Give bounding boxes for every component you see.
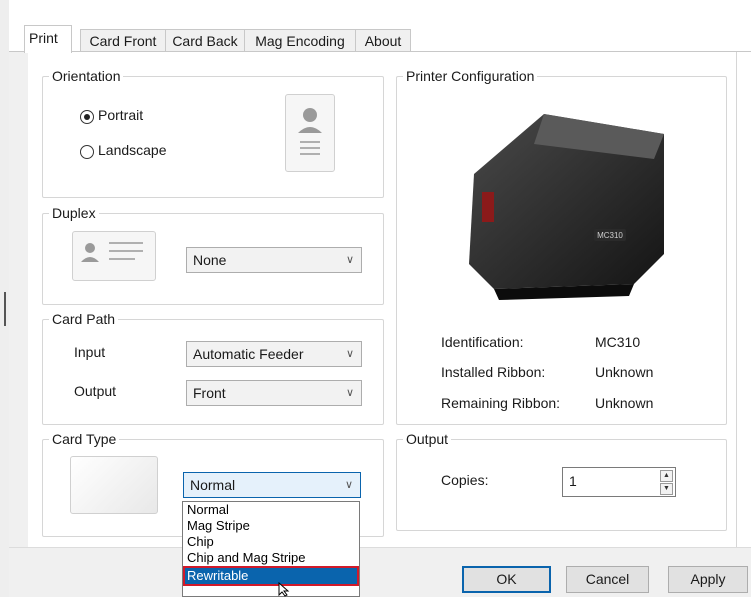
card-type-select-value: Normal (190, 477, 236, 493)
tab-about[interactable]: About (355, 29, 411, 52)
tab-card-front[interactable]: Card Front (80, 29, 166, 52)
card-type-option-chip-and-mag-stripe[interactable]: Chip and Mag Stripe (183, 550, 359, 566)
card-type-title: Card Type (49, 430, 120, 448)
portrait-card-preview (285, 94, 335, 172)
printer-image: MC310 (469, 114, 664, 300)
remaining-ribbon-label: Remaining Ribbon: (441, 395, 561, 411)
output-label: Output (74, 383, 117, 399)
card-type-dropdown-list: Normal Mag Stripe Chip Chip and Mag Stri… (182, 501, 360, 597)
id-card-icon (81, 242, 143, 262)
portrait-radio[interactable] (80, 110, 94, 124)
installed-ribbon-value: Unknown (595, 364, 654, 380)
portrait-card-icon (298, 108, 322, 155)
copies-value[interactable]: 1 (569, 473, 577, 489)
blank-card-preview (70, 456, 158, 514)
spin-up-icon[interactable]: ▲ (660, 470, 673, 482)
card-type-option-rewritable[interactable]: Rewritable (183, 566, 359, 586)
identification-value: MC310 (595, 334, 641, 350)
printer-config-title: Printer Configuration (403, 67, 538, 85)
duplex-card-preview (72, 231, 156, 281)
card-path-group: Card Path (42, 310, 384, 425)
card-path-title: Card Path (49, 310, 119, 328)
portrait-label[interactable]: Portrait (98, 107, 143, 123)
landscape-label[interactable]: Landscape (98, 142, 167, 158)
copies-label: Copies: (441, 472, 489, 488)
cancel-button[interactable]: Cancel (566, 566, 649, 593)
orientation-title: Orientation (49, 67, 124, 85)
card-type-option-mag-stripe[interactable]: Mag Stripe (183, 518, 359, 534)
identification-label: Identification: (441, 334, 524, 350)
button-bar-separator (9, 547, 751, 548)
mouse-cursor-icon (278, 582, 290, 597)
duplex-select[interactable]: None ∨ (186, 247, 362, 273)
installed-ribbon-label: Installed Ribbon: (441, 364, 546, 380)
input-select[interactable]: Automatic Feeder ∨ (186, 341, 362, 367)
chevron-down-icon: ∨ (345, 387, 354, 399)
duplex-select-value: None (193, 252, 227, 268)
chevron-down-icon: ∨ (344, 479, 353, 491)
input-label: Input (74, 344, 106, 360)
output-select-value: Front (193, 385, 226, 401)
chevron-down-icon: ∨ (345, 254, 354, 266)
output-title: Output (403, 430, 452, 448)
tab-card-back[interactable]: Card Back (165, 29, 245, 52)
copies-spinner[interactable]: 1 ▲ ▼ (562, 467, 676, 497)
landscape-radio[interactable] (80, 145, 94, 159)
chevron-down-icon: ∨ (345, 348, 354, 360)
page-border (736, 52, 737, 547)
ok-button[interactable]: OK (462, 566, 551, 593)
card-type-select[interactable]: Normal ∨ (183, 472, 361, 498)
output-select[interactable]: Front ∨ (186, 380, 362, 406)
printer-badge-text: MC310 (597, 231, 623, 240)
edge-marker (4, 292, 6, 326)
tab-print[interactable]: Print (24, 25, 72, 53)
apply-button[interactable]: Apply (668, 566, 748, 593)
remaining-ribbon-value: Unknown (595, 395, 654, 411)
spin-down-icon[interactable]: ▼ (660, 483, 673, 495)
tab-mag-encoding[interactable]: Mag Encoding (244, 29, 356, 52)
input-select-value: Automatic Feeder (193, 346, 304, 362)
duplex-title: Duplex (49, 204, 99, 222)
card-type-option-chip[interactable]: Chip (183, 534, 359, 550)
card-type-option-normal[interactable]: Normal (183, 502, 359, 518)
